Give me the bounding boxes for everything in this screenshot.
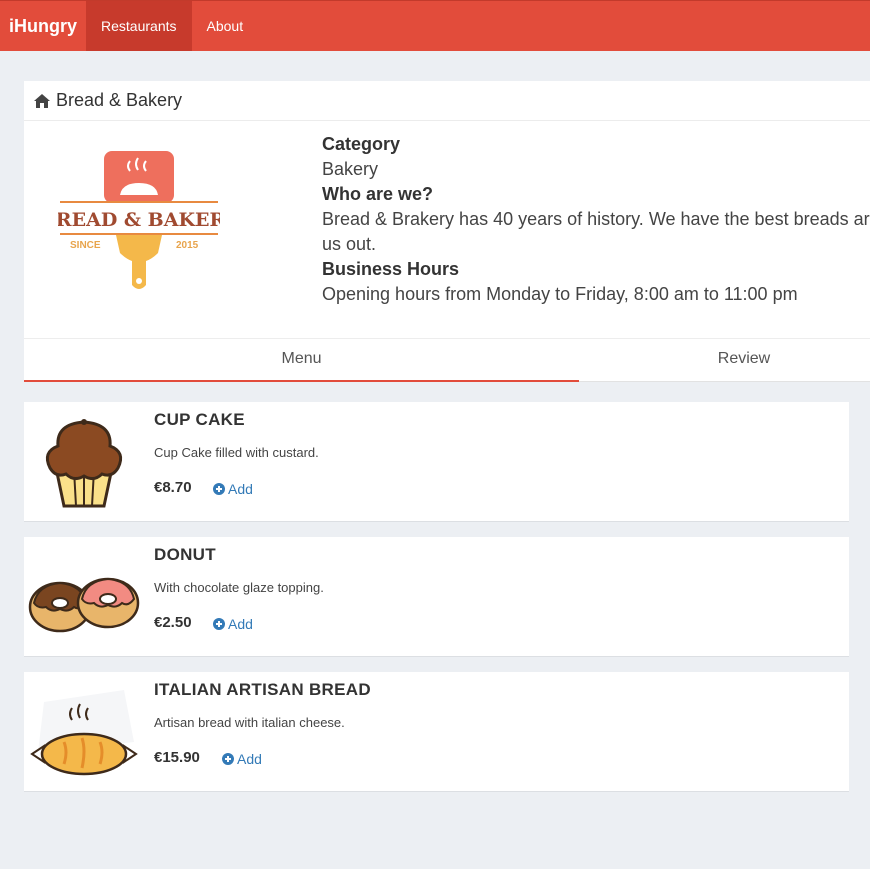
plus-circle-icon (213, 618, 225, 630)
about-text-line1: Bread & Brakery has 40 years of history.… (322, 209, 870, 229)
restaurant-tabs: Menu Review (24, 338, 870, 382)
item-name: CUP CAKE (154, 410, 245, 429)
restaurant-title: Bread & Bakery (56, 90, 183, 110)
menu-item-donut: DONUT With chocolate glaze topping. €2.5… (24, 537, 849, 657)
hours-label: Business Hours (322, 259, 460, 279)
home-icon (34, 93, 50, 108)
tab-reviews[interactable]: Review (579, 339, 870, 382)
logo-text: BREAD & BAKERY (58, 209, 220, 231)
tab-menu[interactable]: Menu (24, 339, 579, 382)
brand-logo[interactable]: iHungry (0, 1, 86, 51)
item-name: DONUT (154, 545, 216, 564)
logo-since: SINCE (70, 240, 101, 251)
menu-item-cupcake: CUP CAKE Cup Cake filled with custard. €… (24, 402, 849, 522)
item-description: Artisan bread with italian cheese. (154, 715, 345, 730)
add-button[interactable]: Add (213, 481, 253, 497)
category-label: Category (322, 134, 401, 154)
restaurant-heading: Bread & Bakery (24, 81, 870, 121)
add-button[interactable]: Add (213, 616, 253, 632)
item-description: Cup Cake filled with custard. (154, 445, 319, 460)
donut-image (24, 537, 144, 657)
logo-year: 2015 (176, 240, 199, 251)
add-button[interactable]: Add (222, 751, 262, 767)
add-label: Add (228, 616, 253, 632)
top-navbar: iHungry Restaurants About (0, 0, 870, 51)
about-text-line2: us out. (322, 234, 377, 254)
about-label: Who are we? (322, 184, 434, 204)
item-name: ITALIAN ARTISAN BREAD (154, 680, 371, 699)
cupcake-image (24, 402, 144, 522)
nav-restaurants[interactable]: Restaurants (86, 1, 192, 51)
plus-circle-icon (213, 483, 225, 495)
item-description: With chocolate glaze topping. (154, 580, 324, 595)
restaurant-info: Category Bakery Who are we? Bread & Brak… (322, 132, 870, 307)
restaurant-panel: Bread & Bakery BREAD & BAKERY SINCE 2015… (24, 81, 870, 382)
add-label: Add (237, 751, 262, 767)
hours-value: Opening hours from Monday to Friday, 8:0… (322, 284, 798, 304)
plus-circle-icon (222, 753, 234, 765)
item-price: €15.90 (154, 749, 200, 766)
menu-item-italian-bread: ITALIAN ARTISAN BREAD Artisan bread with… (24, 672, 849, 792)
item-price: €2.50 (154, 614, 192, 631)
item-price: €8.70 (154, 479, 192, 496)
add-label: Add (228, 481, 253, 497)
restaurant-logo: BREAD & BAKERY SINCE 2015 (40, 149, 239, 295)
nav-about[interactable]: About (192, 1, 259, 51)
category-value: Bakery (322, 159, 379, 179)
bread-image (24, 672, 144, 792)
